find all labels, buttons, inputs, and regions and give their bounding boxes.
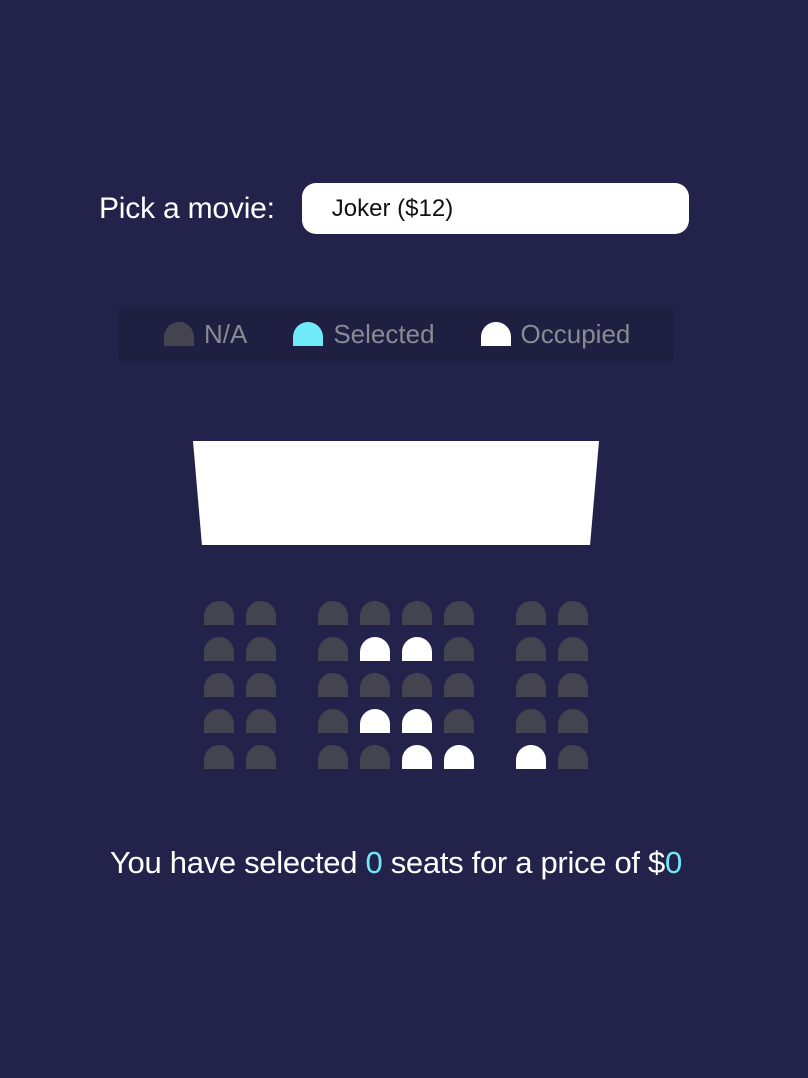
movie-picker: Pick a movie: Joker ($12) [99,183,689,234]
seat[interactable] [204,601,234,625]
seat[interactable] [204,637,234,661]
seat-icon [293,322,324,346]
seat-row [204,745,588,769]
seat[interactable] [558,673,588,697]
movie-picker-label: Pick a movie: [99,191,275,225]
seat-icon [164,322,194,346]
summary-prefix: You have selected [110,845,366,880]
seat[interactable] [246,673,276,697]
seat[interactable] [360,673,390,697]
seat-row [204,637,588,661]
seat[interactable] [360,745,390,769]
seat[interactable] [318,637,348,661]
seat[interactable] [246,745,276,769]
seat[interactable] [402,673,432,697]
seat[interactable] [318,745,348,769]
seat[interactable] [246,601,276,625]
seat[interactable] [318,709,348,733]
seat[interactable] [516,709,546,733]
legend-label-na: N/A [204,318,248,349]
seat[interactable] [204,745,234,769]
seat [444,745,474,769]
seat[interactable] [558,637,588,661]
seat[interactable] [204,709,234,733]
summary-middle: seats for a price of $ [382,845,666,880]
seat[interactable] [516,637,546,661]
cinema-screen [193,441,599,545]
seat[interactable] [204,673,234,697]
legend-label-selected: Selected [333,318,435,349]
seat[interactable] [444,673,474,697]
legend-label-occupied: Occupied [520,318,631,349]
legend-item-selected: Selected [293,318,435,350]
seat[interactable] [444,601,474,625]
seat[interactable] [516,601,546,625]
seat[interactable] [558,709,588,733]
seat[interactable] [516,673,546,697]
seat [402,745,432,769]
seat [360,637,390,661]
movie-select-value: Joker ($12) [331,194,454,222]
seat[interactable] [444,637,474,661]
total-price: 0 [665,845,682,880]
seat[interactable] [318,601,348,625]
seat-icon [480,322,511,346]
seat[interactable] [402,601,432,625]
selection-summary: You have selected 0 seats for a price of… [0,845,792,881]
seat[interactable] [318,673,348,697]
seat [402,637,432,661]
seat-row [204,709,588,733]
seat[interactable] [360,601,390,625]
legend-item-occupied: Occupied [480,318,631,350]
seat[interactable] [558,601,588,625]
seat[interactable] [558,745,588,769]
seat[interactable] [444,709,474,733]
seat-row [204,673,588,697]
seat-legend: N/A Selected Occupied [118,306,674,362]
seat [516,745,546,769]
selected-count: 0 [365,845,383,880]
seat [360,709,390,733]
seat[interactable] [246,637,276,661]
seat-row [204,601,588,625]
seat[interactable] [246,709,276,733]
movie-select[interactable]: Joker ($12) [301,183,689,234]
legend-item-na: N/A [164,319,247,350]
seat [402,709,432,733]
